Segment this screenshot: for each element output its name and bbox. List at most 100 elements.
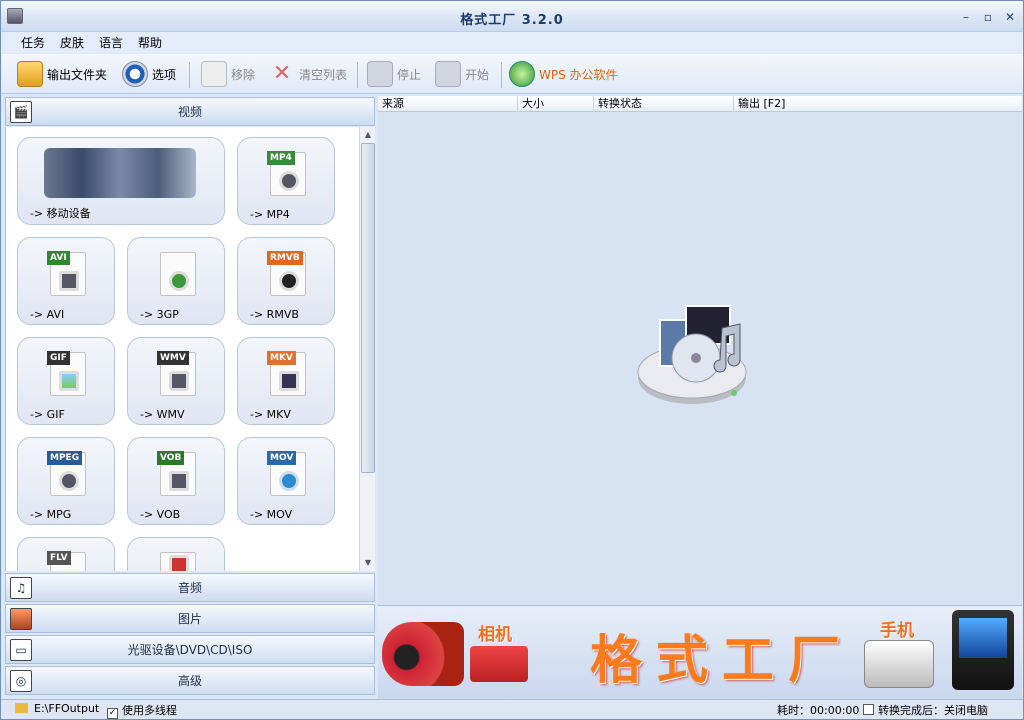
- tile-flv[interactable]: FLV: [17, 537, 115, 571]
- close-button[interactable]: ✕: [1001, 9, 1019, 25]
- film-reel-icon: ◎: [10, 670, 32, 692]
- vob-file-icon: VOB: [157, 451, 196, 496]
- shutdown-label: 转换完成后：关闭电脑: [878, 704, 988, 717]
- format-grid-scrollbar[interactable]: ▲ ▼: [359, 127, 375, 571]
- mov-file-icon: MOV: [267, 451, 306, 496]
- stop-icon: [367, 61, 393, 87]
- start-button[interactable]: 开始: [435, 60, 489, 88]
- banner-phone-label: 手机: [880, 621, 914, 641]
- tile-label: -> 移动设备: [30, 207, 91, 220]
- category-disc[interactable]: ▭ 光驱设备\DVD\CD\ISO: [5, 635, 375, 664]
- checkbox-unchecked-icon: [863, 704, 874, 715]
- options-label: 选项: [152, 67, 177, 82]
- film-clapper-icon: 🎬: [10, 101, 32, 123]
- task-list[interactable]: [378, 112, 1022, 605]
- elapsed-time: 耗时：00:00:00: [777, 704, 860, 717]
- wmv-file-icon: WMV: [157, 351, 196, 396]
- app-window: 格式工厂 3.2.0 – ▫ ✕ 任务 皮肤 语言 帮助 输出文件夹 选项 移除…: [0, 0, 1024, 720]
- wps-office-link[interactable]: WPS 办公软件: [509, 60, 618, 88]
- format-tag: MKV: [267, 351, 296, 365]
- tile-wmv[interactable]: WMV -> WMV: [127, 337, 225, 425]
- scroll-up-arrow-icon[interactable]: ▲: [362, 129, 374, 141]
- shutdown-checkbox[interactable]: 转换完成后：关闭电脑: [863, 702, 988, 718]
- start-label: 开始: [465, 67, 490, 82]
- format-tag: RMVB: [267, 251, 303, 265]
- checkbox-checked-icon: ✓: [107, 708, 118, 719]
- tile-mobile-device[interactable]: -> 移动设备: [17, 137, 225, 225]
- category-video[interactable]: 🎬 视频: [5, 97, 375, 126]
- category-audio[interactable]: ♫ 音频: [5, 573, 375, 602]
- gif-file-icon: GIF: [47, 351, 86, 396]
- column-size[interactable]: 大小: [518, 96, 594, 112]
- tile-label: -> MOV: [250, 508, 293, 521]
- multithread-checkbox[interactable]: ✓ 使用多线程: [107, 702, 177, 719]
- format-tag: GIF: [47, 351, 70, 365]
- tile-avi[interactable]: AVI -> AVI: [17, 237, 115, 325]
- pda-phone-icon: [952, 610, 1014, 690]
- column-source[interactable]: 来源: [378, 96, 518, 112]
- output-folder-label: 输出文件夹: [47, 67, 108, 82]
- category-panel: 🎬 视频 -> 移动设备 MP4 -> MP4 AVI -> AVI -> 3G…: [5, 97, 375, 695]
- tile-swf[interactable]: [127, 537, 225, 571]
- scrollbar-thumb[interactable]: [361, 143, 375, 473]
- menu-help[interactable]: 帮助: [138, 34, 162, 51]
- tile-mpg[interactable]: MPEG -> MPG: [17, 437, 115, 525]
- tile-label: -> RMVB: [250, 308, 299, 321]
- folder-small-icon: [15, 703, 28, 713]
- folder-icon: [17, 61, 43, 87]
- tile-label: -> 3GP: [140, 308, 179, 321]
- category-image-label: 图片: [177, 612, 202, 626]
- category-image[interactable]: 图片: [5, 604, 375, 633]
- remove-label: 移除: [231, 67, 256, 82]
- wps-label: WPS 办公软件: [539, 67, 618, 82]
- smartphone-icon: [864, 640, 934, 688]
- mpeg-file-icon: MPEG: [47, 451, 86, 496]
- format-tag: WMV: [157, 351, 189, 365]
- category-advanced-label: 高级: [177, 674, 202, 688]
- tile-gif[interactable]: GIF -> GIF: [17, 337, 115, 425]
- multithread-label: 使用多线程: [122, 704, 177, 717]
- tile-label: -> VOB: [140, 508, 181, 521]
- menu-task[interactable]: 任务: [21, 34, 45, 51]
- stop-button[interactable]: 停止: [367, 60, 421, 88]
- toolbar: 输出文件夹 选项 移除 ✕ 清空列表 停止 开始 WPS 办公软件: [1, 54, 1023, 94]
- picture-icon: [10, 608, 32, 630]
- category-audio-label: 音频: [177, 581, 202, 595]
- mp4-file-icon: MP4: [267, 151, 306, 196]
- output-folder-button[interactable]: 输出文件夹: [17, 60, 107, 88]
- scroll-down-arrow-icon[interactable]: ▼: [362, 557, 374, 569]
- menu-language[interactable]: 语言: [99, 34, 123, 51]
- clear-x-icon: ✕: [272, 61, 292, 86]
- output-path[interactable]: E:\FFOutput: [15, 702, 99, 715]
- tile-label: -> AVI: [30, 308, 65, 321]
- tile-3gp[interactable]: -> 3GP: [127, 237, 225, 325]
- tile-mp4[interactable]: MP4 -> MP4: [237, 137, 335, 225]
- tile-mkv[interactable]: MKV -> MKV: [237, 337, 335, 425]
- format-tag: MPEG: [47, 451, 83, 465]
- 3gp-file-icon: [160, 252, 196, 296]
- promo-banner[interactable]: 相机 格式工厂 手机: [378, 605, 1022, 699]
- menu-skin[interactable]: 皮肤: [60, 34, 84, 51]
- mobile-devices-icon: [44, 148, 196, 198]
- status-bar: E:\FFOutput ✓ 使用多线程 耗时：00:00:00 转换完成后：关闭电…: [1, 699, 1023, 719]
- wps-globe-icon: [509, 61, 535, 87]
- tile-vob[interactable]: VOB -> VOB: [127, 437, 225, 525]
- start-icon: [435, 61, 461, 87]
- column-output[interactable]: 输出 [F2]: [734, 96, 1022, 112]
- clear-list-button[interactable]: ✕ 清空列表: [269, 60, 347, 88]
- banner-camera-label: 相机: [478, 625, 512, 645]
- tile-rmvb[interactable]: RMVB -> RMVB: [237, 237, 335, 325]
- remove-file-icon: [201, 61, 227, 87]
- options-button[interactable]: 选项: [122, 60, 176, 88]
- category-advanced[interactable]: ◎ 高级: [5, 666, 375, 695]
- disc-drive-icon: ▭: [10, 639, 32, 661]
- format-tag: MOV: [267, 451, 297, 465]
- maximize-button[interactable]: ▫: [979, 9, 997, 25]
- category-disc-label: 光驱设备\DVD\CD\ISO: [127, 643, 253, 657]
- format-tag: FLV: [47, 551, 71, 565]
- column-status[interactable]: 转换状态: [594, 96, 734, 112]
- rmvb-file-icon: RMVB: [267, 251, 306, 296]
- remove-button[interactable]: 移除: [201, 60, 255, 88]
- minimize-button[interactable]: –: [957, 9, 975, 25]
- tile-mov[interactable]: MOV -> MOV: [237, 437, 335, 525]
